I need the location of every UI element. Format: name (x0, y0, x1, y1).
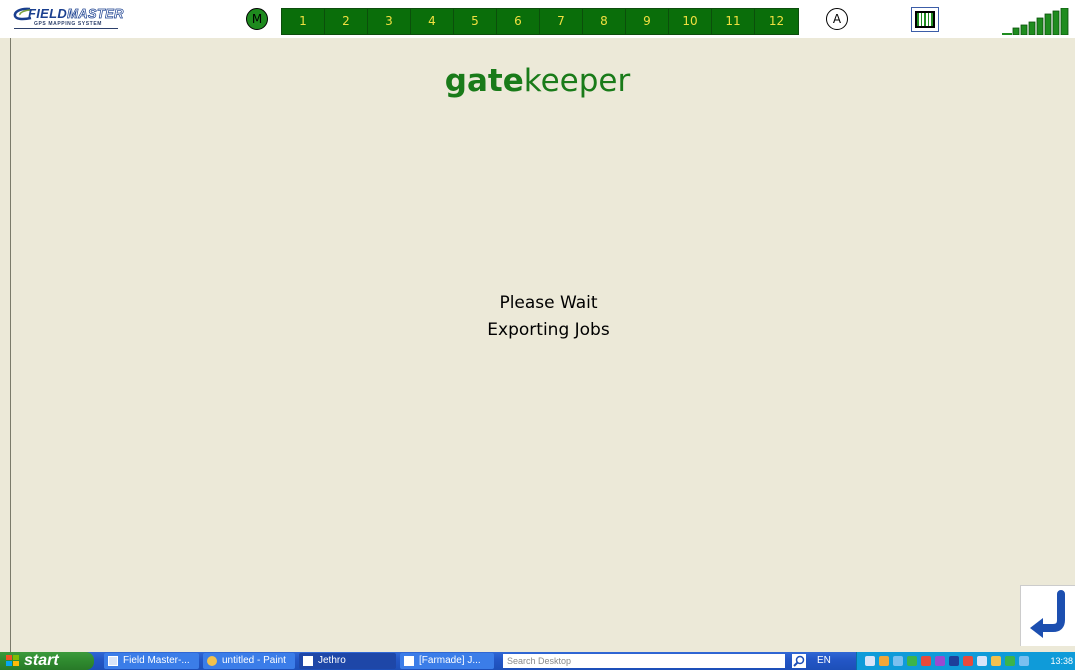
taskbar-item-paint[interactable]: untitled - Paint (203, 653, 295, 669)
paint-icon (207, 656, 217, 666)
logo-underline (14, 28, 118, 29)
section-button-2[interactable]: 2 (325, 9, 368, 34)
tray-icon-phone[interactable] (1019, 656, 1029, 666)
taskbar-item-jethro[interactable]: Jethro (299, 653, 396, 669)
language-indicator[interactable]: EN (817, 652, 847, 670)
tray-icon-volume[interactable] (963, 656, 973, 666)
tray-icon-search[interactable] (893, 656, 903, 666)
back-button[interactable] (1020, 585, 1075, 646)
logo-tagline: GPS MAPPING SYSTEM (34, 21, 103, 27)
tray-icon-network[interactable] (865, 656, 875, 666)
taskbar-item-field-master[interactable]: Field Master-... (104, 653, 199, 669)
section-button-3[interactable]: 3 (368, 9, 411, 34)
section-button-12[interactable]: 12 (755, 9, 798, 34)
main-panel (10, 38, 1075, 652)
tray-icon-media[interactable] (935, 656, 945, 666)
tray-icon-sync[interactable] (1005, 656, 1015, 666)
manual-mode-button[interactable]: M (246, 8, 268, 30)
section-button-1[interactable]: 1 (282, 9, 325, 34)
return-arrow-icon (1030, 590, 1065, 638)
windows-flag-icon (6, 655, 19, 666)
system-tray: 13:38 (856, 652, 1075, 670)
gatekeeper-title: gatekeeper (444, 63, 631, 99)
section-button-5[interactable]: 5 (454, 9, 497, 34)
field-master-logo: FIELDMASTER GPS MAPPING SYSTEM (12, 6, 124, 32)
section-button-11[interactable]: 11 (712, 9, 755, 34)
desktop-search-input[interactable]: Search Desktop (503, 654, 785, 668)
search-icon[interactable] (792, 654, 806, 668)
section-button-10[interactable]: 10 (669, 9, 712, 34)
tray-icon-monitor[interactable] (977, 656, 987, 666)
auto-mode-button[interactable]: A (826, 8, 848, 30)
taskbar-clock[interactable]: 13:38 (1050, 652, 1073, 670)
tray-icon-security[interactable] (921, 656, 931, 666)
section-button-4[interactable]: 4 (411, 9, 454, 34)
app-icon (303, 656, 313, 666)
section-button-6[interactable]: 6 (497, 9, 540, 34)
tray-icon-messenger[interactable] (879, 656, 889, 666)
section-button-8[interactable]: 8 (583, 9, 626, 34)
tray-icon-display[interactable] (949, 656, 959, 666)
start-label: start (24, 652, 59, 669)
app-icon (404, 656, 414, 666)
section-button-9[interactable]: 9 (626, 9, 669, 34)
status-message: Please Wait Exporting Jobs (0, 290, 1075, 344)
tray-icon-update[interactable] (907, 656, 917, 666)
status-line-2: Exporting Jobs (487, 320, 610, 340)
taskbar-item-farmade[interactable]: [Farmade] J... (400, 653, 494, 669)
start-button[interactable]: start (0, 652, 94, 670)
boom-grid-icon (915, 11, 935, 28)
boom-section-bar: 1 2 3 4 5 6 7 8 9 10 11 12 (281, 8, 799, 35)
logo-wordmark: FIELDMASTER (28, 6, 124, 21)
top-toolbar: FIELDMASTER GPS MAPPING SYSTEM M 1 2 3 4… (0, 0, 1075, 38)
section-button-7[interactable]: 7 (540, 9, 583, 34)
boom-grid-button[interactable] (911, 7, 939, 32)
tray-icon-help[interactable] (991, 656, 1001, 666)
status-line-1: Please Wait (499, 293, 598, 313)
window-icon (108, 656, 118, 666)
windows-taskbar: start Field Master-... untitled - Paint … (0, 652, 1075, 670)
signal-strength-icon (1002, 8, 1069, 35)
